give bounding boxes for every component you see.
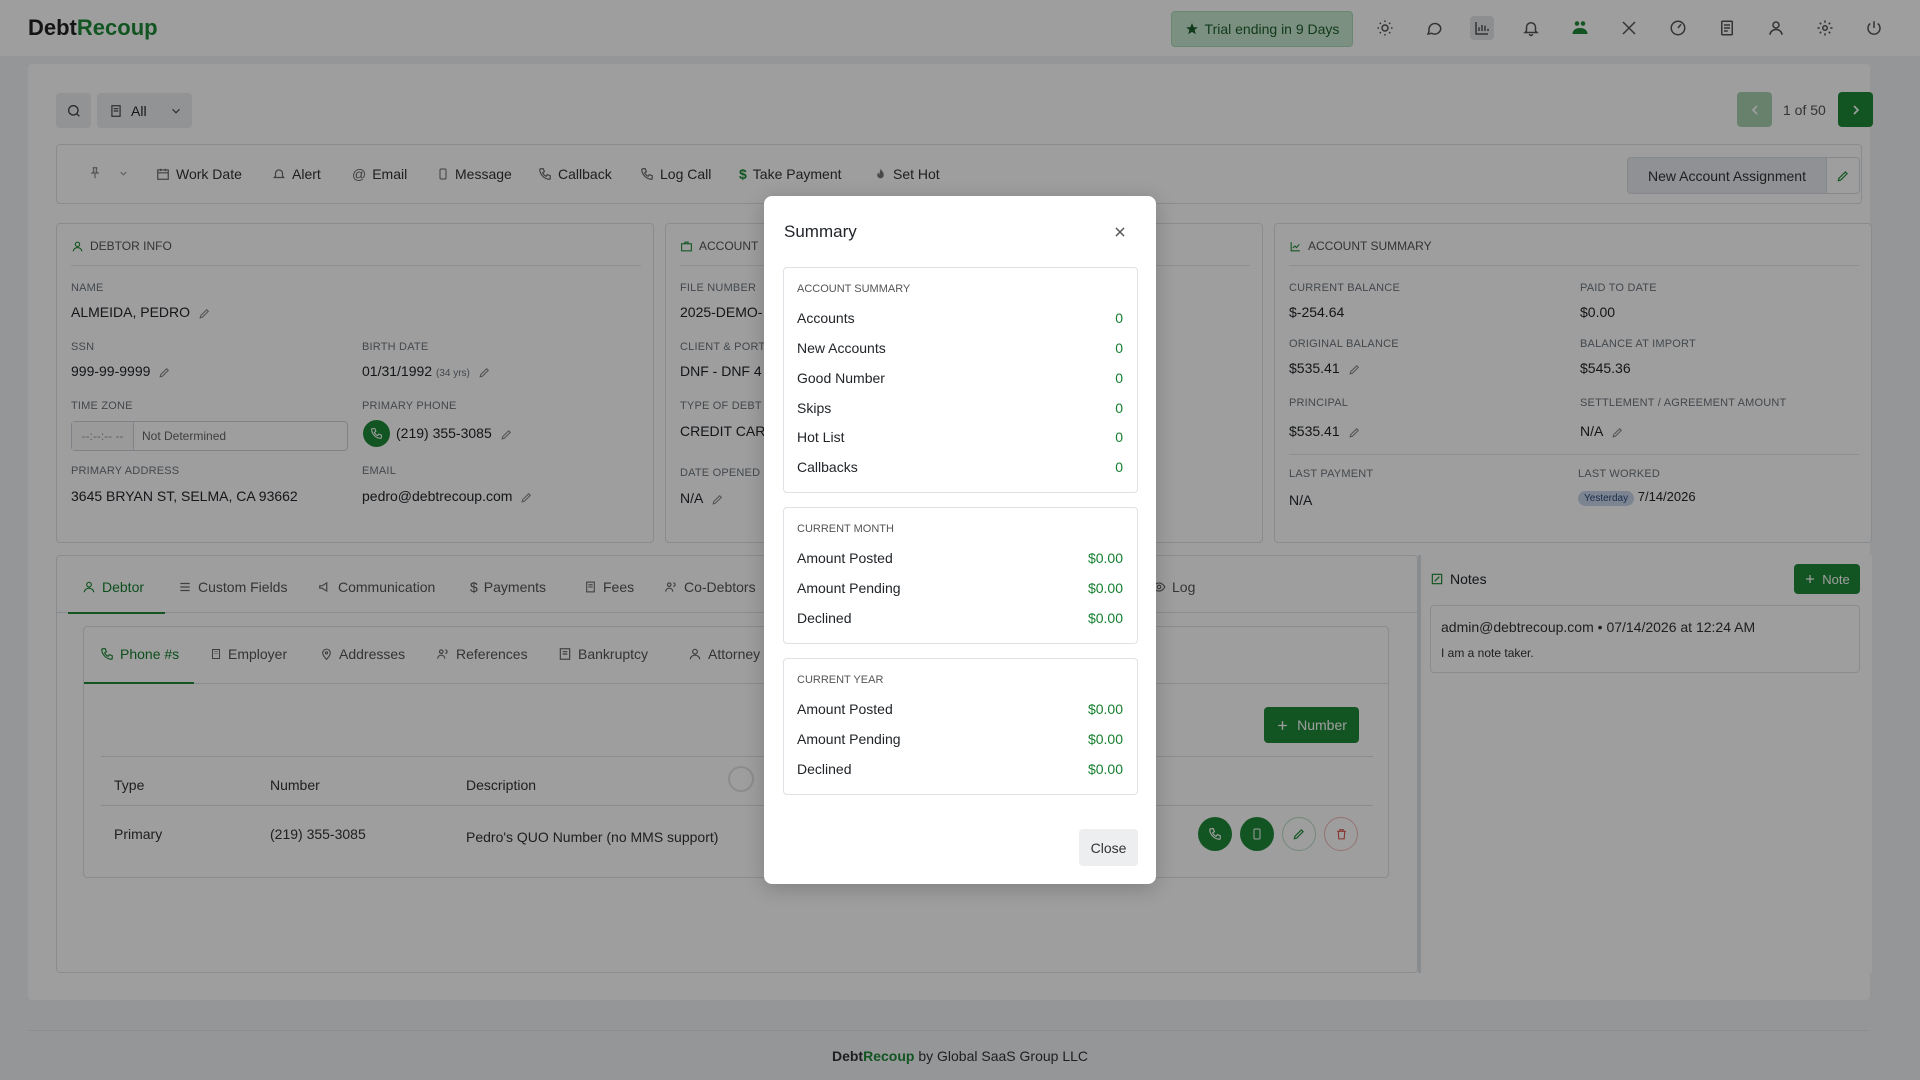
current-year-heading: CURRENT YEAR: [797, 674, 884, 686]
summary-row: Hot List 0: [797, 429, 1123, 445]
summary-row: Amount Pending $0.00: [797, 731, 1123, 747]
close-icon: [1115, 227, 1125, 237]
modal-close-icon[interactable]: [1110, 222, 1130, 242]
summary-row: Good Number 0: [797, 370, 1123, 386]
close-button[interactable]: Close: [1079, 829, 1138, 866]
modal-title: Summary: [784, 222, 857, 241]
account-summary-heading: ACCOUNT SUMMARY: [797, 283, 911, 295]
summary-row: Skips 0: [797, 400, 1123, 416]
summary-row: Declined $0.00: [797, 610, 1123, 626]
summary-row: Accounts 0: [797, 310, 1123, 326]
summary-row: Amount Posted $0.00: [797, 550, 1123, 566]
summary-row: New Accounts 0: [797, 340, 1123, 356]
current-month-heading: CURRENT MONTH: [797, 523, 894, 535]
summary-row: Callbacks 0: [797, 459, 1123, 475]
summary-row: Amount Pending $0.00: [797, 580, 1123, 596]
summary-row: Declined $0.00: [797, 761, 1123, 777]
summary-row: Amount Posted $0.00: [797, 701, 1123, 717]
